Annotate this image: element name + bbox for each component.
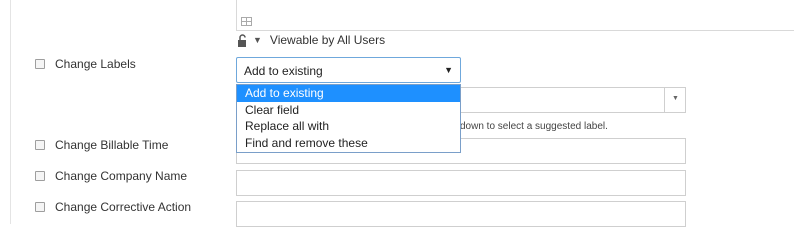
checkbox-change-company-name[interactable] [35, 171, 45, 181]
option-find-and-remove[interactable]: Find and remove these [237, 135, 460, 152]
labels-hint-text: down to select a suggested label. [460, 121, 608, 132]
field-label: Change Labels [55, 57, 136, 71]
company-name-input[interactable] [236, 170, 686, 196]
corrective-action-input[interactable] [236, 201, 686, 227]
option-add-to-existing[interactable]: Add to existing [237, 85, 460, 102]
field-label: Change Billable Time [55, 138, 169, 152]
field-row-change-company-name: Change Company Name [35, 168, 187, 184]
labels-mode-select[interactable]: Add to existing ▼ [236, 57, 461, 83]
visibility-selector[interactable]: ▼ Viewable by All Users [237, 33, 385, 47]
checkbox-change-labels[interactable] [35, 59, 45, 69]
left-divider [10, 0, 11, 224]
labels-dropdown-button[interactable]: ▼ [664, 88, 685, 112]
chevron-down-icon: ▼ [253, 35, 262, 45]
select-value: Add to existing [244, 64, 323, 78]
unlock-icon [237, 33, 249, 47]
field-row-change-labels: Change Labels [35, 56, 136, 72]
field-row-change-corrective-action: Change Corrective Action [35, 199, 191, 215]
checkbox-change-billable-time[interactable] [35, 140, 45, 150]
caret-down-icon: ▼ [672, 95, 679, 102]
visibility-label: Viewable by All Users [269, 33, 386, 47]
checkbox-change-corrective-action[interactable] [35, 202, 45, 212]
field-row-change-billable-time: Change Billable Time [35, 137, 168, 153]
rich-text-editor-area[interactable] [236, 0, 794, 31]
option-replace-all-with[interactable]: Replace all with [237, 118, 460, 135]
labels-mode-dropdown-list: Add to existing Clear field Replace all … [236, 84, 461, 153]
field-label: Change Company Name [55, 169, 188, 183]
labels-input[interactable]: ▼ [460, 87, 686, 113]
table-icon[interactable] [241, 15, 252, 26]
field-label: Change Corrective Action [55, 200, 192, 214]
caret-down-icon: ▼ [444, 65, 453, 75]
option-clear-field[interactable]: Clear field [237, 102, 460, 119]
